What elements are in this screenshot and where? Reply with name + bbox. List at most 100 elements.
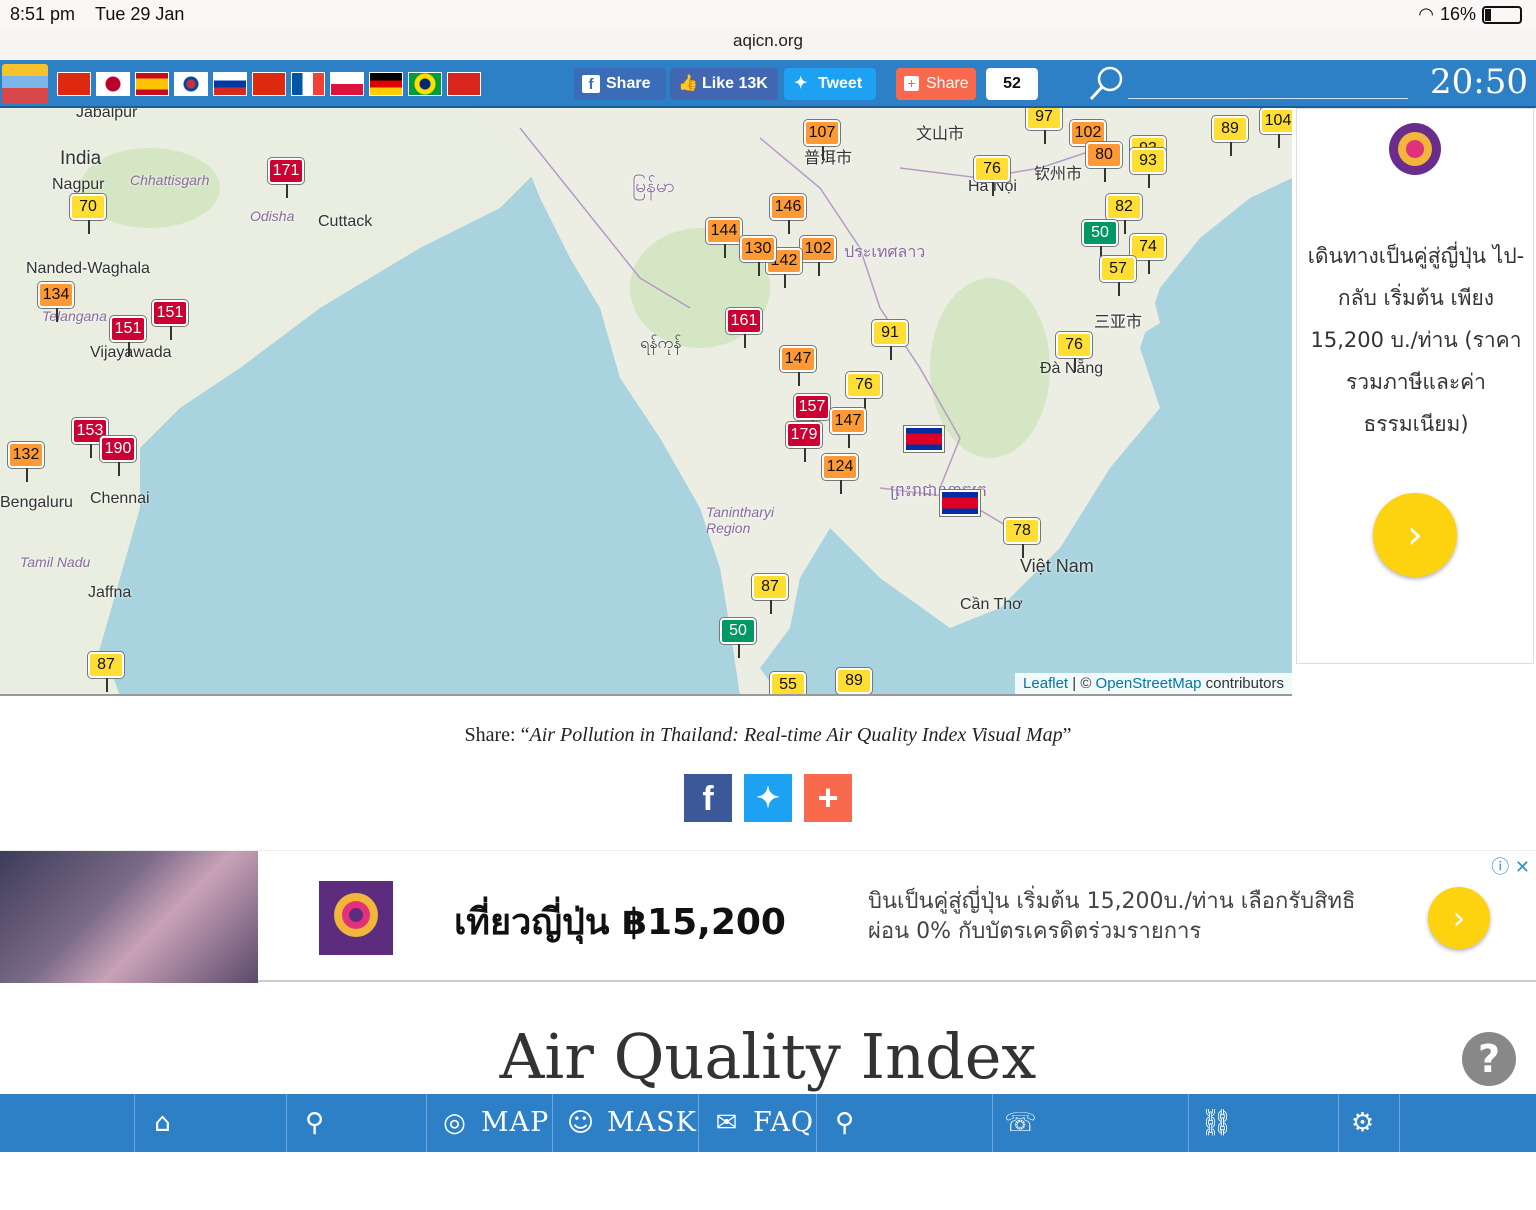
aqi-marker[interactable]: 89: [1212, 116, 1248, 156]
aqi-marker[interactable]: 146: [770, 194, 806, 234]
banner-ad-next-button[interactable]: ›: [1428, 887, 1490, 949]
aqi-marker[interactable]: 144: [706, 218, 742, 258]
aqi-marker[interactable]: 87: [88, 652, 124, 692]
aqi-marker[interactable]: 70: [70, 194, 106, 234]
facebook-share-square-button[interactable]: f: [684, 774, 732, 822]
map-label: Bengaluru: [0, 494, 73, 511]
map-icon: ◎: [443, 1108, 467, 1138]
openstreetmap-link[interactable]: OpenStreetMap: [1096, 675, 1202, 692]
search-icon[interactable]: [1088, 64, 1126, 102]
aqi-map[interactable]: Jabalpur India Nagpur Chhattisgarh Odish…: [0, 108, 1292, 696]
flag-vietnam-icon[interactable]: [447, 72, 481, 96]
map-label: Vijayawada: [90, 344, 172, 361]
aqi-marker[interactable]: 151: [152, 300, 188, 340]
nav-faq[interactable]: ✉ FAQ: [698, 1094, 816, 1152]
top-toolbar: f Share 👍 Like 13K ✦ Tweet + Share 52 20…: [0, 60, 1536, 108]
aqi-marker[interactable]: 78: [1004, 518, 1040, 558]
map-label: 普洱市: [804, 150, 853, 167]
addthis-share-button[interactable]: + Share: [896, 68, 976, 100]
flag-china-icon[interactable]: [57, 72, 91, 96]
map-attribution: Leaflet | © OpenStreetMap contributors: [1015, 673, 1292, 694]
nav-settings[interactable]: ⚙: [1338, 1094, 1400, 1152]
twitter-share-square-button[interactable]: ✦: [744, 774, 792, 822]
aqi-marker[interactable]: 76: [974, 156, 1010, 196]
aqi-marker[interactable]: 147: [780, 346, 816, 386]
thai-airways-logo-icon: [1375, 115, 1453, 187]
nav-home[interactable]: ⌂HOME: [134, 1094, 286, 1196]
share-count: 52: [986, 68, 1038, 100]
side-ad[interactable]: เดินทางเป็นคู่สู่ญี่ปุ่น ไป-กลับ เริ่มต้…: [1296, 108, 1534, 664]
share-caption: Share: “Air Pollution in Thailand: Real-…: [464, 724, 1072, 746]
aqi-marker[interactable]: 151: [110, 316, 146, 356]
aqi-marker[interactable]: 80: [1086, 142, 1122, 182]
aqi-marker[interactable]: 76: [1056, 332, 1092, 372]
more-share-square-button[interactable]: +: [804, 774, 852, 822]
aqi-marker[interactable]: 93: [1130, 148, 1166, 188]
nav-contact[interactable]: ☏CONTACT: [992, 1094, 1188, 1196]
tweet-button[interactable]: ✦ Tweet: [784, 68, 876, 100]
aqi-marker[interactable]: 107: [804, 120, 840, 160]
nav-links[interactable]: ⛓LINKS: [1188, 1094, 1338, 1196]
aqi-marker[interactable]: 134: [38, 282, 74, 322]
aqi-marker[interactable]: 97: [1026, 108, 1062, 144]
status-right: ◠ 16%: [1418, 4, 1522, 25]
facebook-share-button[interactable]: f Share: [574, 68, 666, 100]
map-label: Jabalpur: [76, 108, 138, 121]
map-label: Chhattisgarh: [130, 172, 210, 188]
ad-body: บินเป็นคู่สู่ญี่ปุ่น เริ่มต้น 15,200บ./ท…: [868, 889, 1356, 944]
flag-korea-icon[interactable]: [174, 72, 208, 96]
aqi-marker[interactable]: 104: [1260, 108, 1292, 148]
aqicn-logo-icon[interactable]: [2, 64, 48, 104]
aqi-marker[interactable]: 124: [822, 454, 858, 494]
facebook-like-button[interactable]: 👍 Like 13K: [670, 68, 778, 100]
aqi-marker[interactable]: 171: [268, 158, 304, 198]
banner-ad[interactable]: เที่ยวญี่ปุ่น ฿15,200 บินเป็นคู่สู่ญี่ปุ…: [0, 850, 1536, 983]
aqi-marker[interactable]: 102: [800, 236, 836, 276]
mask-icon: ☺: [566, 1108, 596, 1138]
aqi-marker[interactable]: 76: [846, 372, 882, 412]
side-ad-next-button[interactable]: ›: [1373, 493, 1457, 577]
aqi-marker[interactable]: 190: [100, 436, 136, 476]
aqi-marker[interactable]: 130: [740, 236, 776, 276]
nav-here[interactable]: ⚲HERE: [286, 1094, 426, 1196]
address-bar[interactable]: aqicn.org: [0, 30, 1536, 60]
map-label: Nanded-Waghala: [26, 260, 150, 277]
aqi-marker[interactable]: 55: [770, 672, 806, 694]
aqi-marker[interactable]: 89: [836, 668, 872, 694]
map-label: Tamil Nadu: [20, 554, 91, 570]
aqi-marker[interactable]: 132: [8, 442, 44, 482]
aqi-marker[interactable]: 50: [1082, 220, 1118, 260]
aqi-marker[interactable]: 157: [794, 394, 830, 434]
cambodia-flag-marker[interactable]: [904, 426, 944, 452]
thai-airways-logo-icon: [319, 881, 393, 955]
aqi-marker[interactable]: 82: [1106, 194, 1142, 234]
flag-spain-icon[interactable]: [135, 72, 169, 96]
twitter-bird-icon: ✦: [794, 75, 808, 92]
share-title: Air Pollution in Thailand: Real-time Air…: [529, 724, 1063, 746]
flag-france-icon[interactable]: [291, 72, 325, 96]
help-button[interactable]: ?: [1462, 1032, 1516, 1086]
aqi-marker[interactable]: 161: [726, 308, 762, 348]
aqi-marker[interactable]: 74: [1130, 234, 1166, 274]
thumbs-up-icon: 👍: [678, 75, 698, 92]
aqi-marker[interactable]: 91: [872, 320, 908, 360]
flag-germany-icon[interactable]: [369, 72, 403, 96]
nav-map[interactable]: ◎ MAP: [426, 1094, 552, 1152]
aqi-marker[interactable]: 147: [830, 408, 866, 448]
flag-russia-icon[interactable]: [213, 72, 247, 96]
aqi-marker[interactable]: 87: [752, 574, 788, 614]
flag-brazil-icon[interactable]: [408, 72, 442, 96]
map-label: ประเทศลาว: [844, 244, 926, 261]
ad-choices-icon[interactable]: ⓘ ✕: [1491, 853, 1530, 879]
cambodia-flag-marker[interactable]: [940, 490, 980, 516]
search-input[interactable]: [1128, 98, 1408, 99]
nav-search[interactable]: ⚲SEARCH: [816, 1094, 992, 1196]
nav-mask[interactable]: ☺ MASK: [552, 1094, 698, 1152]
aqi-marker[interactable]: 179: [786, 422, 822, 462]
flag-poland-icon[interactable]: [330, 72, 364, 96]
flag-japan-icon[interactable]: [96, 72, 130, 96]
flag-hong-kong-icon[interactable]: [252, 72, 286, 96]
leaflet-link[interactable]: Leaflet: [1023, 675, 1068, 692]
aqi-marker[interactable]: 57: [1100, 256, 1136, 296]
aqi-marker[interactable]: 50: [720, 618, 756, 658]
